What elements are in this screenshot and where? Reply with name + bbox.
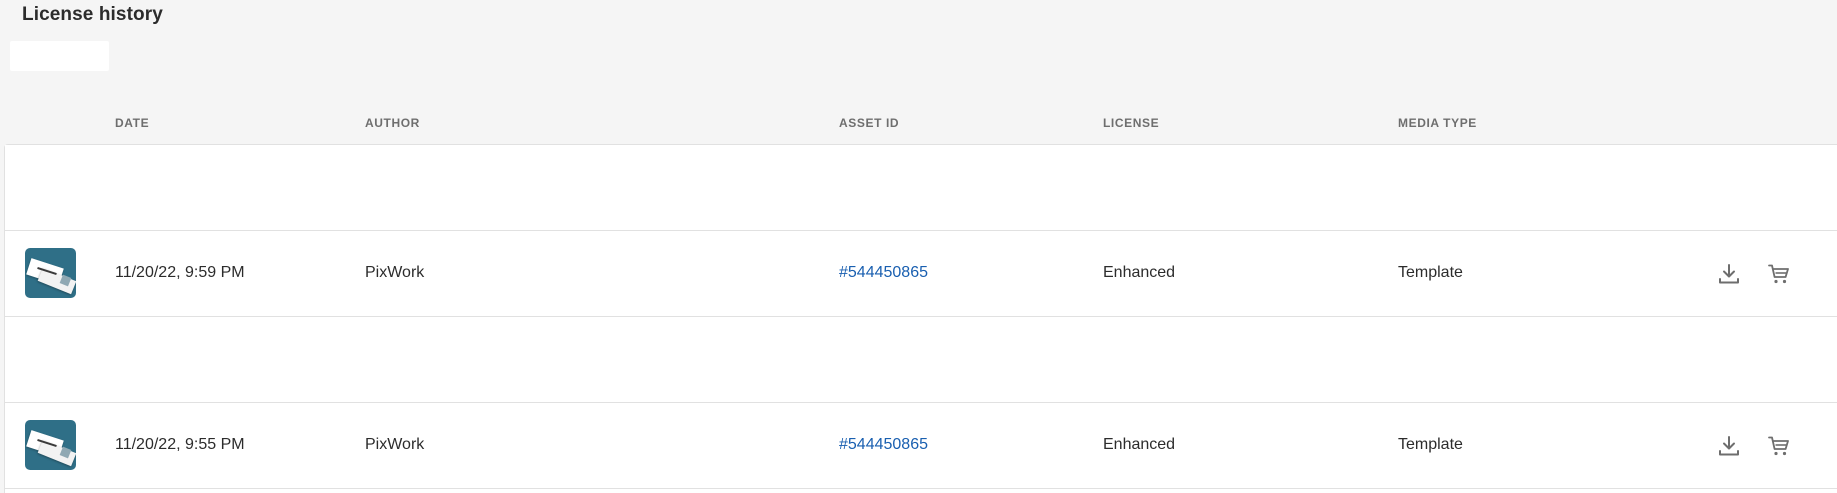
- column-header-date[interactable]: DATE: [115, 116, 149, 130]
- filter-box[interactable]: [10, 41, 109, 71]
- table-row[interactable]: 11/20/22, 9:55 PM PixWork #544450865 Enh…: [5, 403, 1837, 489]
- date-cell: 11/20/22, 9:55 PM: [115, 436, 245, 453]
- page-title: License history: [22, 4, 163, 25]
- asset-thumbnail[interactable]: [25, 420, 76, 470]
- license-cell: Enhanced: [1103, 436, 1176, 453]
- table-row[interactable]: 11/20/22, 9:59 PM PixWork #544450865 Enh…: [5, 231, 1837, 317]
- media-type-cell: Template: [1398, 264, 1463, 281]
- license-history-page: License history DATE AUTHOR ASSET ID LIC…: [0, 0, 1837, 493]
- download-icon[interactable]: [1717, 262, 1741, 286]
- column-header-media-type[interactable]: MEDIA TYPE: [1398, 116, 1477, 130]
- column-header-asset-id[interactable]: ASSET ID: [839, 116, 899, 130]
- table-spacer-row: [5, 145, 1837, 231]
- date-cell: 11/20/22, 9:59 PM: [115, 264, 245, 281]
- license-table: DATE AUTHOR ASSET ID LICENSE MEDIA TYPE …: [4, 105, 1837, 493]
- table-spacer-row: [5, 317, 1837, 403]
- download-icon[interactable]: [1717, 434, 1741, 458]
- asset-thumbnail[interactable]: [25, 248, 76, 298]
- cart-icon[interactable]: [1767, 434, 1791, 458]
- cart-icon[interactable]: [1767, 262, 1791, 286]
- author-cell: PixWork: [365, 436, 425, 453]
- media-type-cell: Template: [1398, 436, 1463, 453]
- table-body: 11/20/22, 9:59 PM PixWork #544450865 Enh…: [4, 144, 1837, 493]
- column-header-license[interactable]: LICENSE: [1103, 116, 1159, 130]
- column-header-author[interactable]: AUTHOR: [365, 116, 420, 130]
- asset-id-link[interactable]: #544450865: [839, 264, 928, 282]
- license-cell: Enhanced: [1103, 264, 1176, 281]
- author-cell: PixWork: [365, 264, 425, 281]
- asset-id-link[interactable]: #544450865: [839, 436, 928, 454]
- table-header: DATE AUTHOR ASSET ID LICENSE MEDIA TYPE: [4, 105, 1837, 144]
